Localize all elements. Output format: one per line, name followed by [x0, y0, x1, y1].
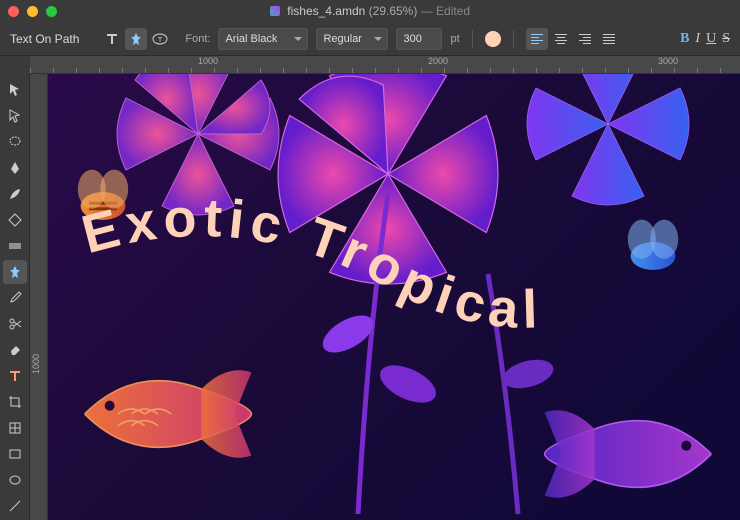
window-titlebar: fishes_4.amdn (29.65%) — Edited	[0, 0, 740, 22]
eraser-icon	[8, 343, 22, 357]
alignment-group	[526, 28, 620, 50]
bee-illustration	[608, 214, 698, 284]
rectangle-tool[interactable]	[3, 442, 27, 466]
text-tool-mode-group: T	[101, 28, 171, 50]
align-justify-icon	[603, 34, 615, 44]
ruler-tick-label: 3000	[658, 56, 678, 66]
italic-button[interactable]: I	[695, 31, 700, 47]
lasso-tool[interactable]	[3, 130, 27, 154]
scissors-icon	[8, 317, 22, 331]
fish-illustration	[68, 354, 268, 474]
diamond-icon	[8, 213, 22, 227]
minimize-window-button[interactable]	[27, 6, 38, 17]
text-fill-swatch[interactable]	[485, 31, 501, 47]
text-tool[interactable]	[3, 364, 27, 388]
current-tool-label: Text On Path	[10, 32, 79, 46]
font-size-input[interactable]: 300	[396, 28, 442, 50]
slice-icon	[8, 421, 22, 435]
slice-tool[interactable]	[3, 416, 27, 440]
document-status: — Edited	[421, 4, 470, 18]
direct-select-tool[interactable]	[3, 104, 27, 128]
document-filename: fishes_4.amdn	[287, 4, 365, 18]
pen-nib-icon	[8, 161, 22, 175]
brush-icon	[8, 187, 22, 201]
canvas-viewport[interactable]: Exotic Tropical	[48, 74, 740, 520]
eraser-tool[interactable]	[3, 338, 27, 362]
font-size-value: 300	[403, 33, 421, 45]
text-tool-icon	[8, 369, 22, 383]
arrow-cursor-icon	[8, 83, 22, 97]
scissors-tool[interactable]	[3, 312, 27, 336]
strikethrough-button[interactable]: S	[722, 31, 730, 47]
ellipse-tool[interactable]	[3, 468, 27, 492]
text-shape-icon: T	[152, 33, 168, 45]
document-title: fishes_4.amdn (29.65%) — Edited	[0, 4, 740, 18]
align-center-icon	[555, 34, 567, 44]
bold-button[interactable]: B	[680, 31, 689, 47]
font-family-value: Arial Black	[225, 33, 277, 45]
gradient-tool[interactable]	[3, 234, 27, 258]
text-on-path-tool[interactable]	[3, 260, 27, 284]
font-family-select[interactable]: Arial Black	[218, 28, 308, 50]
text-in-shape-button[interactable]: T	[149, 28, 171, 50]
gradient-icon	[8, 239, 22, 253]
svg-text:T: T	[158, 37, 163, 44]
horizontal-ruler[interactable]: px 1000 2000 3000	[30, 56, 740, 74]
shape-tool[interactable]	[3, 208, 27, 232]
text-style-group: B I U S	[680, 31, 730, 47]
ruler-tick-label: 2000	[428, 56, 448, 66]
workspace: 1000	[0, 74, 740, 520]
ellipse-icon	[8, 473, 22, 487]
crop-tool[interactable]	[3, 390, 27, 414]
line-tool[interactable]	[3, 494, 27, 518]
align-justify-button[interactable]	[598, 28, 620, 50]
underline-button[interactable]: U	[706, 31, 716, 47]
eyedropper-icon	[8, 291, 22, 305]
font-weight-value: Regular	[323, 33, 362, 45]
toolbox	[0, 74, 30, 520]
canvas-artwork: Exotic Tropical	[48, 74, 740, 520]
font-size-unit: pt	[450, 33, 459, 45]
zoom-window-button[interactable]	[46, 6, 57, 17]
align-left-button[interactable]	[526, 28, 548, 50]
eyedropper-tool[interactable]	[3, 286, 27, 310]
separator	[513, 30, 514, 48]
align-right-icon	[579, 34, 591, 44]
standard-text-button[interactable]	[101, 28, 123, 50]
align-right-button[interactable]	[574, 28, 596, 50]
move-tool[interactable]	[3, 78, 27, 102]
lasso-icon	[8, 135, 22, 149]
window-controls	[8, 6, 57, 17]
arrow-outline-icon	[8, 109, 22, 123]
separator	[472, 30, 473, 48]
fish-illustration	[528, 394, 728, 514]
pin-icon	[129, 32, 143, 46]
text-tool-icon	[105, 32, 119, 46]
ruler-tick-label: 1000	[31, 354, 41, 374]
font-weight-select[interactable]: Regular	[316, 28, 388, 50]
close-window-button[interactable]	[8, 6, 19, 17]
document-zoom: (29.65%)	[369, 4, 418, 18]
ruler-tick-label: 1000	[198, 56, 218, 66]
rectangle-icon	[8, 447, 22, 461]
crop-icon	[8, 395, 22, 409]
options-bar: Text On Path T Font: Arial Black Regular…	[0, 22, 740, 56]
pin-icon	[8, 265, 22, 279]
pen-tool[interactable]	[3, 156, 27, 180]
bee-illustration	[58, 164, 148, 234]
line-icon	[8, 499, 22, 513]
align-center-button[interactable]	[550, 28, 572, 50]
document-icon	[270, 6, 280, 16]
vertical-ruler[interactable]: 1000	[30, 74, 48, 520]
align-left-icon	[531, 34, 543, 44]
font-label: Font:	[185, 33, 210, 45]
text-on-path-button[interactable]	[125, 28, 147, 50]
brush-tool[interactable]	[3, 182, 27, 206]
